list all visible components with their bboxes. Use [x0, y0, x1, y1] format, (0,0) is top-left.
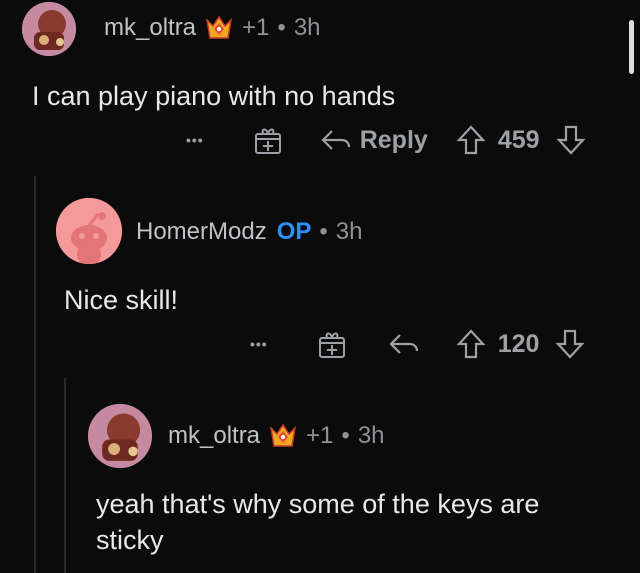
- reply-arrow-icon[interactable]: [388, 331, 420, 357]
- reply-arrow-icon[interactable]: [320, 127, 352, 153]
- avatar[interactable]: [22, 2, 76, 56]
- avatar-image-icon: [22, 2, 76, 56]
- avatar[interactable]: [56, 198, 122, 264]
- comment-meta: HomerModz OP • 3h: [136, 218, 363, 246]
- comment-text: I can play piano with no hands: [32, 81, 396, 111]
- separator: •: [341, 422, 350, 449]
- flair-count: +1: [306, 422, 334, 449]
- downvote-icon[interactable]: [555, 328, 585, 360]
- trophy-flair-icon: [268, 422, 298, 450]
- thread-line[interactable]: [34, 176, 36, 573]
- comment-actions: ••• Reply 459: [186, 122, 586, 158]
- comment-text: yeah that's why some of the keys are sti…: [96, 486, 539, 558]
- upvote-icon[interactable]: [456, 124, 486, 156]
- separator: •: [319, 218, 328, 245]
- username[interactable]: HomerModz: [136, 218, 267, 246]
- timestamp: 3h: [357, 422, 385, 449]
- award-gift-icon[interactable]: [252, 124, 284, 156]
- username[interactable]: mk_oltra: [104, 14, 196, 42]
- avatar[interactable]: [88, 404, 152, 468]
- vote-count: 120: [497, 329, 540, 358]
- timestamp: 3h: [293, 14, 321, 41]
- trophy-flair-icon: [204, 14, 234, 42]
- comment-actions: ••• 120: [250, 326, 585, 362]
- comment-text: Nice skill!: [64, 285, 179, 315]
- snoo-avatar-icon: [56, 198, 122, 264]
- username[interactable]: mk_oltra: [168, 422, 260, 450]
- timestamp: 3h: [335, 218, 363, 245]
- more-options-button[interactable]: •••: [186, 132, 204, 148]
- downvote-icon[interactable]: [556, 124, 586, 156]
- op-badge: OP: [276, 218, 312, 245]
- award-gift-icon[interactable]: [316, 328, 348, 360]
- thread-line-nested[interactable]: [64, 378, 66, 573]
- avatar-image-icon: [88, 404, 152, 468]
- comment-text-line: yeah that's why some of the keys are: [96, 489, 540, 519]
- more-options-button[interactable]: •••: [250, 336, 268, 352]
- comment-meta: mk_oltra +1 • 3h: [168, 422, 385, 450]
- vote-count: 459: [497, 125, 540, 154]
- reply-button[interactable]: Reply: [360, 126, 428, 155]
- scrollbar[interactable]: [629, 20, 634, 74]
- separator: •: [277, 14, 286, 41]
- comment-meta: mk_oltra +1 • 3h: [104, 14, 321, 42]
- flair-count: +1: [242, 14, 270, 41]
- upvote-icon[interactable]: [456, 328, 486, 360]
- comment-text-line: sticky: [96, 525, 164, 555]
